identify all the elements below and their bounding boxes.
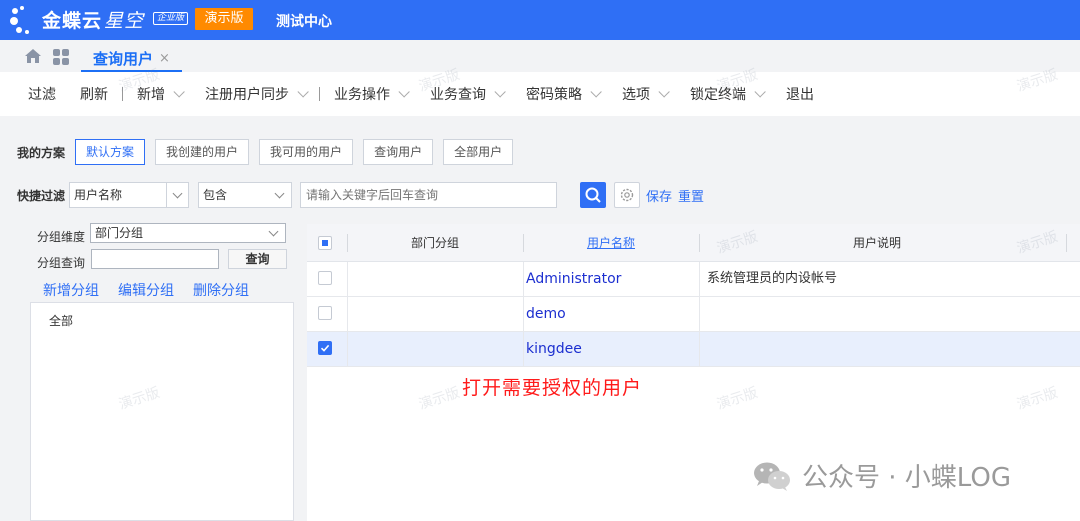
filter-operator-select[interactable]: 包含: [198, 182, 293, 208]
tab-label: 查询用户: [93, 49, 154, 68]
scheme-default-button[interactable]: 默认方案: [75, 139, 146, 165]
apps-grid-icon[interactable]: [53, 49, 69, 65]
group-tree: 全部: [30, 302, 294, 521]
business-query-menu[interactable]: 业务查询: [418, 84, 514, 104]
save-filter-link[interactable]: 保存: [646, 186, 672, 205]
group-dimension-value: 部门分组: [95, 226, 144, 240]
search-button[interactable]: [580, 182, 607, 208]
quick-filter-bar: 快捷过滤 用户名称 包含 保存 重置: [17, 182, 704, 208]
row-checkbox[interactable]: [318, 271, 332, 285]
cell-username[interactable]: kingdee: [526, 332, 582, 366]
filter-field-select[interactable]: 用户名称: [69, 182, 190, 208]
row-checkbox-checked[interactable]: [318, 341, 332, 355]
chevron-down-icon: [166, 183, 188, 207]
lock-terminal-menu[interactable]: 锁定终端: [678, 84, 774, 104]
password-policy-menu[interactable]: 密码策略: [514, 84, 610, 104]
cell-divider: [699, 297, 700, 331]
tab-query-users[interactable]: 查询用户 ×: [81, 46, 182, 72]
red-annotation: 打开需要授权的用户: [462, 377, 643, 399]
column-header-description[interactable]: 用户说明: [699, 224, 1055, 262]
demo-badge: 演示版: [195, 8, 253, 30]
group-query-label: 分组查询: [37, 256, 86, 270]
tab-bar: 查询用户 ×: [0, 40, 1080, 72]
cell-divider: [347, 297, 348, 331]
chevron-down-icon: [173, 86, 185, 98]
close-icon[interactable]: ×: [159, 51, 170, 66]
chevron-down-icon: [590, 86, 602, 98]
kingdee-logo-icon: [10, 6, 40, 36]
group-query-button[interactable]: 查询: [228, 249, 287, 269]
group-dimension-select[interactable]: 部门分组: [90, 223, 286, 243]
table-row[interactable]: demo: [307, 297, 1080, 332]
cell-divider: [523, 262, 524, 296]
chevron-down-icon: [263, 221, 285, 239]
scheme-available-button[interactable]: 我可用的用户: [259, 139, 354, 165]
scheme-label: 我的方案: [17, 145, 66, 160]
toolbar-divider: [122, 87, 123, 101]
column-header-username[interactable]: 用户名称: [523, 224, 699, 262]
top-bar: 金蝶云 星空 企业版 演示版 测试中心: [0, 0, 1080, 40]
chevron-down-icon: [398, 86, 410, 98]
cell-description: 系统管理员的内设帐号: [707, 271, 838, 286]
delete-group-link[interactable]: 删除分组: [193, 280, 249, 300]
chevron-down-icon: [494, 86, 506, 98]
quick-filter-label: 快捷过滤: [17, 188, 66, 203]
filter-operator-value: 包含: [203, 188, 228, 202]
business-operation-menu[interactable]: 业务操作: [322, 84, 418, 104]
keyword-search-input[interactable]: [300, 182, 558, 208]
group-actions: 新增分组 编辑分组 删除分组: [43, 280, 268, 300]
brand-name: 金蝶云 星空: [42, 10, 145, 32]
toolbar: 过滤 刷新 新增 注册用户同步 业务操作 业务查询 密码策略 选项 锁定终端 退…: [0, 72, 1080, 116]
edition-badge: 企业版: [153, 12, 189, 25]
filter-field-value: 用户名称: [74, 188, 123, 202]
options-menu[interactable]: 选项: [610, 84, 678, 104]
refresh-button[interactable]: 刷新: [68, 84, 120, 104]
grid-header: 部门分组 用户名称 用户说明: [307, 224, 1080, 262]
cell-divider: [699, 262, 700, 296]
reset-filter-link[interactable]: 重置: [678, 186, 704, 205]
checkmark-icon: [320, 344, 330, 352]
chevron-down-icon: [658, 86, 670, 98]
table-row[interactable]: Administrator 系统管理员的内设帐号: [307, 262, 1080, 297]
data-center-title[interactable]: 测试中心: [276, 11, 332, 31]
search-icon: [585, 187, 601, 203]
cell-divider: [347, 262, 348, 296]
cell-divider: [347, 332, 348, 366]
table-row-selected[interactable]: kingdee: [307, 332, 1080, 367]
scheme-all-users-button[interactable]: 全部用户: [443, 139, 514, 165]
chevron-down-icon: [269, 183, 291, 207]
register-user-sync-menu[interactable]: 注册用户同步: [193, 84, 317, 104]
cell-divider: [523, 332, 524, 366]
tree-node-all[interactable]: 全部: [49, 312, 73, 329]
home-icon[interactable]: [24, 48, 42, 64]
cell-divider: [699, 332, 700, 366]
chevron-down-icon: [297, 86, 309, 98]
group-dimension-label: 分组维度: [37, 230, 86, 244]
cell-username[interactable]: Administrator: [526, 262, 621, 296]
wechat-icon: [754, 462, 790, 491]
add-group-link[interactable]: 新增分组: [43, 280, 99, 300]
select-all-checkbox[interactable]: [318, 236, 332, 250]
filter-button[interactable]: 过滤: [16, 84, 68, 104]
cell-divider: [523, 297, 524, 331]
chevron-down-icon: [754, 86, 766, 98]
cell-username[interactable]: demo: [526, 297, 566, 331]
exit-button[interactable]: 退出: [774, 84, 826, 104]
row-checkbox[interactable]: [318, 306, 332, 320]
filter-settings-button[interactable]: [614, 182, 641, 208]
scheme-bar: 我的方案 默认方案 我创建的用户 我可用的用户 查询用户 全部用户: [17, 139, 523, 165]
scheme-query-users-button[interactable]: 查询用户: [363, 139, 434, 165]
wechat-footer-text: 公众号 · 小蝶LOG: [802, 463, 1011, 493]
gear-icon: [620, 188, 634, 202]
edit-group-link[interactable]: 编辑分组: [118, 280, 174, 300]
column-header-dept[interactable]: 部门分组: [347, 224, 523, 262]
column-divider: [1066, 234, 1067, 252]
new-menu[interactable]: 新增: [125, 84, 193, 104]
toolbar-divider: [319, 87, 320, 101]
wechat-official-account-footer: 公众号 · 小蝶LOG: [752, 457, 1011, 494]
group-panel: 分组维度 部门分组 分组查询 查询 新增分组 编辑分组 删除分组 全部: [17, 222, 297, 521]
scheme-created-button[interactable]: 我创建的用户: [155, 139, 250, 165]
group-query-input[interactable]: [91, 249, 219, 269]
